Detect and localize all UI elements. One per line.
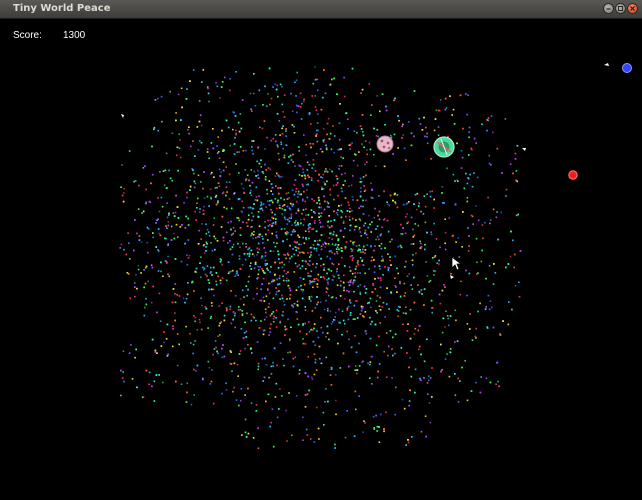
close-icon: [630, 6, 635, 11]
pink-planet-icon: [376, 135, 394, 153]
window-title: Tiny World Peace: [13, 3, 111, 14]
close-button[interactable]: [627, 3, 638, 14]
game-window: Tiny World Peace Score: 1300: [0, 0, 642, 500]
maximize-button[interactable]: [615, 3, 626, 14]
particle-cloud: [119, 66, 522, 450]
small-ship-icon: [121, 63, 609, 279]
maximize-icon: [618, 6, 623, 11]
mouse-cursor-icon: [451, 256, 463, 271]
title-bar[interactable]: Tiny World Peace: [0, 0, 642, 19]
green-planet-icon: [433, 136, 455, 158]
minimize-icon: [606, 8, 611, 10]
minimize-button[interactable]: [603, 3, 614, 14]
red-orb-icon: [568, 170, 578, 180]
blue-orb-icon: [622, 63, 632, 73]
game-canvas[interactable]: [0, 19, 642, 500]
